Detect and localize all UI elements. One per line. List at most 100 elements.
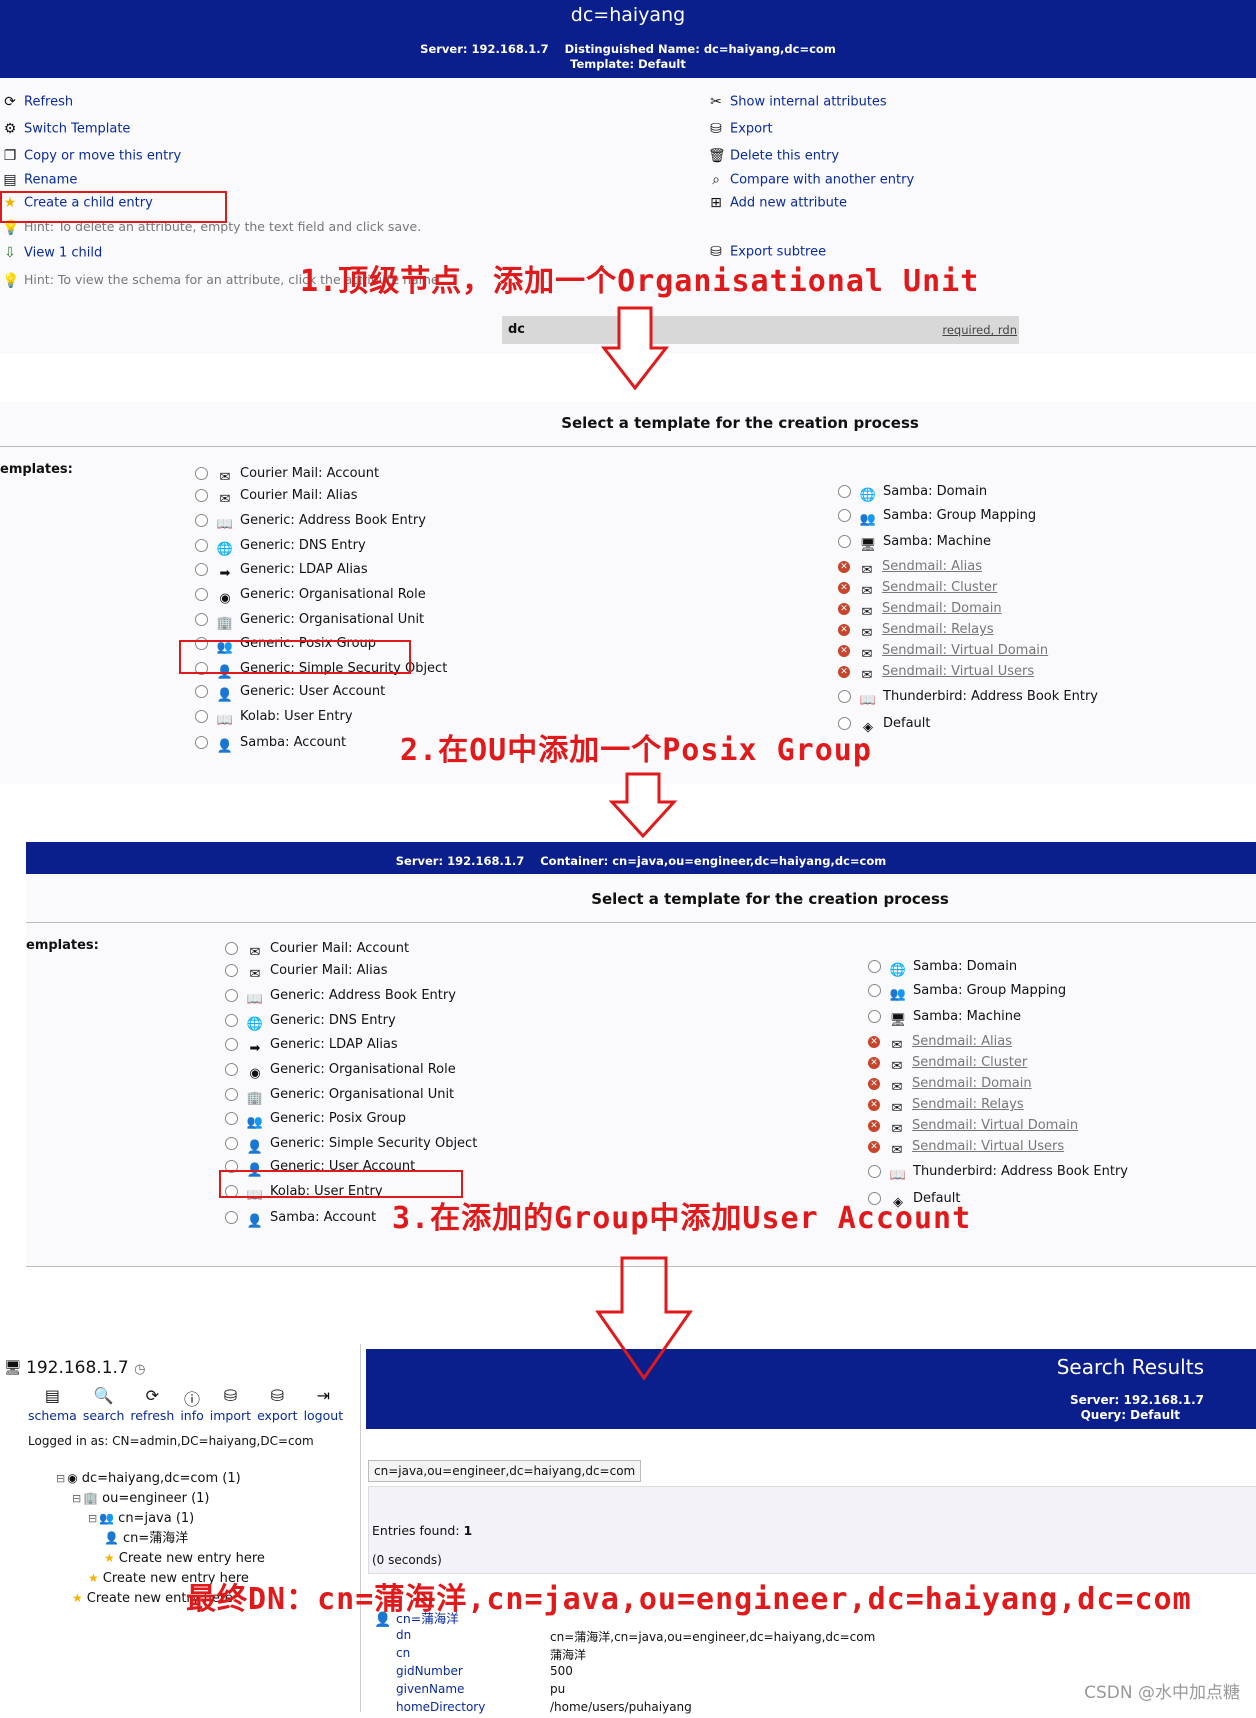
left-template-option[interactable]: ✉ Courier Mail: Alias bbox=[225, 959, 477, 984]
right-template-option[interactable]: ✕ ✉ Sendmail: Domain bbox=[838, 597, 1098, 620]
right-template-option[interactable]: 📖 Thunderbird: Address Book Entry bbox=[868, 1160, 1128, 1187]
toolbar-label[interactable]: info bbox=[180, 1408, 203, 1423]
tree-node-label[interactable]: dc=haiyang,dc=com (1) bbox=[82, 1471, 241, 1486]
left-template-option[interactable]: ◉ Generic: Organisational Role bbox=[225, 1058, 477, 1083]
right-template-option[interactable]: ✕ ✉ Sendmail: Domain bbox=[868, 1072, 1128, 1095]
tree-node[interactable]: 👤 cn=蒲海洋 bbox=[56, 1528, 265, 1548]
left-template-option[interactable]: ➡ Generic: LDAP Alias bbox=[225, 1033, 477, 1058]
template-radio[interactable] bbox=[195, 736, 208, 749]
right-template-option[interactable]: ◈ Default bbox=[838, 712, 1098, 736]
tree-node[interactable]: ⊟ 👥 cn=java (1) bbox=[56, 1508, 265, 1528]
right-template-option[interactable]: ✕ ✉ Sendmail: Relays bbox=[868, 1093, 1128, 1116]
template-radio[interactable] bbox=[195, 563, 208, 576]
tree-node-label[interactable]: ou=engineer (1) bbox=[102, 1491, 209, 1506]
toolbar-label[interactable]: import bbox=[210, 1408, 251, 1423]
toolbar-schema[interactable]: ▤ schema bbox=[28, 1386, 77, 1423]
collapse-icon[interactable]: ⊟ bbox=[72, 1492, 81, 1505]
template-radio[interactable] bbox=[838, 485, 851, 498]
left-template-option[interactable]: 👤 Generic: Simple Security Object bbox=[225, 1132, 477, 1155]
action-copy-move[interactable]: ❐ Copy or move this entry bbox=[2, 148, 443, 172]
template-radio[interactable] bbox=[838, 535, 851, 548]
right-template-option[interactable]: 🌐 Samba: Domain bbox=[868, 955, 1128, 979]
tree-node[interactable]: ⊟ ◉ dc=haiyang,dc=com (1) bbox=[56, 1468, 265, 1488]
left-template-option[interactable]: 🌐 Generic: DNS Entry bbox=[225, 1009, 477, 1033]
left-template-option[interactable]: ✉ Courier Mail: Account bbox=[225, 937, 477, 960]
action-compare[interactable]: ⌕ Compare with another entry bbox=[708, 172, 914, 195]
toolbar-label[interactable]: schema bbox=[28, 1408, 77, 1423]
template-radio[interactable] bbox=[868, 1165, 881, 1178]
template-radio[interactable] bbox=[838, 690, 851, 703]
right-template-option[interactable]: 🖥 Samba: Machine bbox=[838, 530, 1098, 555]
template-radio[interactable] bbox=[225, 1038, 238, 1051]
tree-node-label[interactable]: cn=蒲海洋 bbox=[123, 1531, 188, 1546]
left-template-option[interactable]: 📖 Generic: Address Book Entry bbox=[225, 984, 477, 1009]
left-template-option[interactable]: ✉ Courier Mail: Alias bbox=[195, 484, 447, 509]
right-template-option[interactable]: ✕ ✉ Sendmail: Alias bbox=[868, 1030, 1128, 1053]
template-radio[interactable] bbox=[195, 613, 208, 626]
template-radio[interactable] bbox=[195, 489, 208, 502]
left-template-option[interactable]: ➡ Generic: LDAP Alias bbox=[195, 558, 447, 583]
right-template-option[interactable]: ✕ ✉ Sendmail: Virtual Users bbox=[838, 660, 1098, 685]
toolbar-logout[interactable]: ⇥ logout bbox=[304, 1386, 344, 1423]
tree-node[interactable]: ★ Create new entry here bbox=[56, 1548, 265, 1568]
collapse-icon[interactable]: ⊟ bbox=[88, 1512, 97, 1525]
template-radio[interactable] bbox=[868, 1010, 881, 1023]
template-radio[interactable] bbox=[868, 960, 881, 973]
toolbar-label[interactable]: search bbox=[83, 1408, 125, 1423]
template-radio[interactable] bbox=[225, 1137, 238, 1150]
left-template-option[interactable]: 🌐 Generic: DNS Entry bbox=[195, 534, 447, 558]
left-template-option[interactable]: 👤 Generic: User Account bbox=[195, 680, 447, 705]
template-radio[interactable] bbox=[195, 467, 208, 480]
tree-node-label[interactable]: Create new entry here bbox=[119, 1551, 265, 1566]
template-radio[interactable] bbox=[225, 1112, 238, 1125]
right-template-option[interactable]: ✕ ✉ Sendmail: Virtual Domain bbox=[838, 639, 1098, 662]
template-radio[interactable] bbox=[225, 1211, 238, 1224]
action-show-internal[interactable]: ✂ Show internal attributes bbox=[708, 94, 914, 121]
right-template-option[interactable]: ✕ ✉ Sendmail: Virtual Domain bbox=[868, 1114, 1128, 1137]
collapse-icon[interactable]: ⊟ bbox=[56, 1472, 65, 1485]
template-radio[interactable] bbox=[195, 539, 208, 552]
toolbar-label[interactable]: export bbox=[257, 1408, 298, 1423]
attribute-key[interactable]: gidNumber bbox=[396, 1664, 463, 1678]
right-template-option[interactable]: 👥 Samba: Group Mapping bbox=[838, 504, 1098, 530]
toolbar-label[interactable]: logout bbox=[304, 1408, 344, 1423]
server-host[interactable]: 🖥 192.168.1.7 ◷ bbox=[4, 1358, 146, 1378]
toolbar-export[interactable]: ⛁ export bbox=[257, 1386, 298, 1423]
template-radio[interactable] bbox=[195, 514, 208, 527]
base-dn-tab[interactable]: cn=java,ou=engineer,dc=haiyang,dc=com bbox=[368, 1460, 642, 1482]
left-template-option[interactable]: ✉ Courier Mail: Account bbox=[195, 462, 447, 485]
toolbar-label[interactable]: refresh bbox=[130, 1408, 174, 1423]
action-add-attribute[interactable]: ⊞ Add new attribute bbox=[708, 195, 914, 219]
template-radio[interactable] bbox=[225, 989, 238, 1002]
toolbar-refresh[interactable]: ⟳ refresh bbox=[130, 1386, 174, 1423]
template-radio[interactable] bbox=[225, 942, 238, 955]
left-template-option[interactable]: 🏢 Generic: Organisational Unit bbox=[225, 1083, 477, 1107]
left-template-option[interactable]: 🏢 Generic: Organisational Unit bbox=[195, 608, 447, 632]
action-delete[interactable]: 🗑 Delete this entry bbox=[708, 148, 914, 172]
left-template-option[interactable]: 📖 Generic: Address Book Entry bbox=[195, 509, 447, 534]
action-switch-template[interactable]: ⚙ Switch Template bbox=[2, 121, 443, 148]
template-radio[interactable] bbox=[225, 1014, 238, 1027]
attribute-key[interactable]: dn bbox=[396, 1628, 411, 1642]
right-template-option[interactable]: ✕ ✉ Sendmail: Alias bbox=[838, 555, 1098, 578]
attribute-key[interactable]: givenName bbox=[396, 1682, 464, 1696]
right-template-option[interactable]: 👥 Samba: Group Mapping bbox=[868, 979, 1128, 1005]
right-template-option[interactable]: ✕ ✉ Sendmail: Cluster bbox=[868, 1051, 1128, 1074]
attribute-key[interactable]: cn bbox=[396, 1646, 410, 1660]
template-radio[interactable] bbox=[225, 964, 238, 977]
right-template-option[interactable]: ✕ ✉ Sendmail: Cluster bbox=[838, 576, 1098, 599]
template-radio[interactable] bbox=[225, 1063, 238, 1076]
template-radio[interactable] bbox=[225, 1088, 238, 1101]
template-radio[interactable] bbox=[838, 509, 851, 522]
template-radio[interactable] bbox=[195, 588, 208, 601]
toolbar-search[interactable]: 🔍 search bbox=[83, 1386, 125, 1423]
tree-node[interactable]: ⊟ 🏢 ou=engineer (1) bbox=[56, 1488, 265, 1508]
left-template-option[interactable]: 👥 Generic: Posix Group bbox=[225, 1107, 477, 1132]
attribute-name[interactable]: dc bbox=[508, 322, 525, 337]
right-template-option[interactable]: ✕ ✉ Sendmail: Relays bbox=[838, 618, 1098, 641]
action-refresh[interactable]: ⟳ Refresh bbox=[2, 94, 443, 121]
template-radio[interactable] bbox=[868, 984, 881, 997]
template-radio[interactable] bbox=[195, 685, 208, 698]
right-template-option[interactable]: 🖥 Samba: Machine bbox=[868, 1005, 1128, 1030]
right-template-option[interactable]: ✕ ✉ Sendmail: Virtual Users bbox=[868, 1135, 1128, 1160]
